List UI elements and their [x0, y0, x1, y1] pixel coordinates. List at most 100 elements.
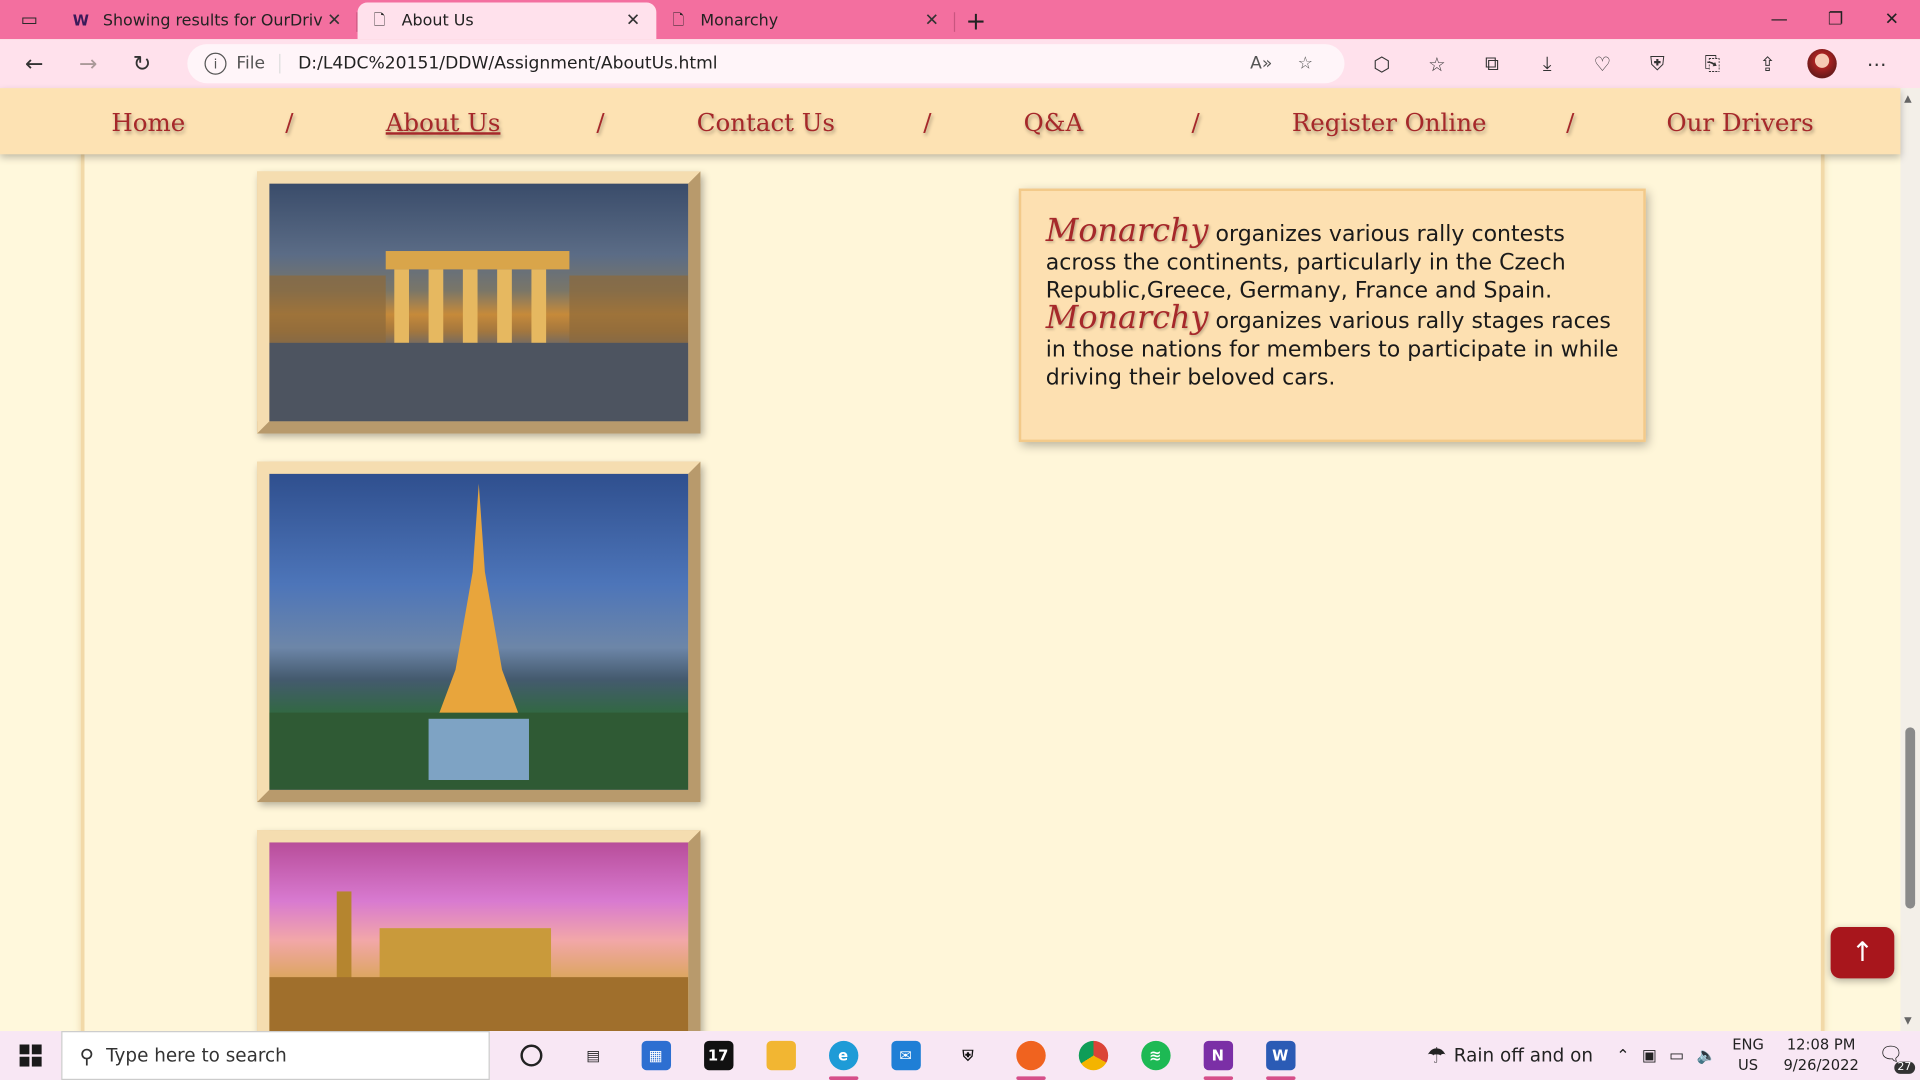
clock[interactable]: 12:08 PM 9/26/2022 [1783, 1035, 1858, 1077]
file-explorer-icon[interactable] [749, 1031, 811, 1080]
tradingview-icon[interactable]: 17 [687, 1031, 749, 1080]
tab-label: About Us [401, 11, 474, 31]
nav-home[interactable]: Home [111, 108, 185, 137]
nav-separator: / [923, 107, 932, 138]
minimize-icon[interactable]: — [1751, 0, 1807, 39]
brand-name: Monarchy [1045, 213, 1209, 250]
word-icon[interactable]: W [1249, 1031, 1311, 1080]
photo-cordoba [257, 830, 701, 1032]
page-content: Monarchy organizes various rally contest… [0, 154, 1901, 1032]
edge-icon[interactable]: e [812, 1031, 874, 1080]
chrome-icon[interactable] [1062, 1031, 1124, 1080]
spotify-icon[interactable]: ≋ [1124, 1031, 1186, 1080]
security-icon[interactable]: ⛨ [937, 1031, 999, 1080]
taskbar-search[interactable]: ⚲ Type here to search [61, 1031, 490, 1080]
taskbar-apps: ▤ ▦ 17 e ✉ ⛨ ≋ N W [500, 1031, 1312, 1080]
read-aloud-icon[interactable]: A» [1239, 54, 1283, 74]
windows-icon [19, 1044, 42, 1067]
close-window-icon[interactable]: ✕ [1864, 0, 1920, 39]
nav-contact-us[interactable]: Contact Us [697, 108, 835, 137]
address-bar: ← → ↻ i File D:/L4DC%20151/DDW/Assignmen… [0, 39, 1920, 89]
meet-icon[interactable]: ▣ [1642, 1046, 1657, 1064]
extensions-icon[interactable]: ⬡ [1354, 42, 1409, 86]
back-to-top-button[interactable]: ↑ [1830, 926, 1895, 979]
info-paragraph-2: Monarchy organizes various rally stages … [1046, 302, 1619, 392]
taskbar: ⚲ Type here to search ▤ ▦ 17 e ✉ ⛨ ≋ N W… [0, 1031, 1920, 1080]
nav-separator: / [596, 107, 605, 138]
notifications-icon[interactable]: 🗨 27 [1878, 1042, 1916, 1074]
volume-icon[interactable]: 🔈 [1696, 1046, 1716, 1064]
lang-text: ENG [1732, 1035, 1764, 1054]
start-button[interactable] [0, 1031, 61, 1080]
info-paragraph-1: Monarchy organizes various rally contest… [1046, 216, 1619, 305]
url-field[interactable]: i File D:/L4DC%20151/DDW/Assignment/Abou… [187, 44, 1345, 84]
search-icon: ⚲ [79, 1043, 94, 1068]
scroll-down-icon[interactable]: ▼ [1904, 1015, 1912, 1026]
nav-qa[interactable]: Q&A [1024, 108, 1084, 137]
page-icon: 🗋 [373, 10, 386, 28]
nav-separator: / [285, 107, 294, 138]
performance-icon[interactable]: ♡ [1575, 42, 1630, 86]
nav-register-online[interactable]: Register Online [1292, 108, 1487, 137]
scheme-label: File [236, 53, 281, 74]
tab-about-us[interactable]: 🗋 About Us ✕ [357, 2, 657, 40]
cordoba-image [269, 842, 689, 1032]
collections-icon[interactable]: ⧉ [1465, 42, 1520, 86]
favorites-icon[interactable]: ☆ [1409, 42, 1464, 86]
more-icon[interactable]: ⋯ [1849, 42, 1904, 86]
photo-paris [257, 461, 701, 803]
chevron-up-icon[interactable]: ⌃ [1616, 1046, 1629, 1064]
scrollbar-thumb[interactable] [1905, 727, 1916, 909]
photo-berlin [257, 171, 701, 434]
nav-about-us[interactable]: About Us [386, 108, 501, 137]
close-icon[interactable]: ✕ [921, 11, 943, 31]
scroll-up-icon[interactable]: ▲ [1904, 93, 1912, 104]
nav-our-drivers[interactable]: Our Drivers [1667, 108, 1814, 137]
mail-icon[interactable]: ✉ [874, 1031, 936, 1080]
date-text: 9/26/2022 [1783, 1056, 1859, 1074]
back-icon[interactable]: ← [7, 42, 61, 86]
tab-actions-icon[interactable]: ▭ [0, 0, 59, 39]
region-text: US [1737, 1056, 1759, 1074]
cortana-icon[interactable] [500, 1031, 562, 1080]
profile-avatar[interactable] [1807, 48, 1837, 79]
screenshot-icon[interactable]: ⎘ [1685, 42, 1740, 86]
w3-icon: W [72, 12, 89, 30]
share-icon[interactable]: ⇪ [1740, 42, 1795, 86]
refresh-icon[interactable]: ↻ [115, 42, 169, 86]
tab-bar: ▭ W Showing results for OurDrivers.h ✕ 🗋… [0, 0, 1920, 40]
firefox-icon[interactable] [999, 1031, 1061, 1080]
new-tab-button[interactable]: + [955, 2, 997, 39]
close-icon[interactable]: ✕ [622, 11, 644, 31]
site-nav: Home / About Us / Contact Us / Q&A / Reg… [0, 88, 1901, 155]
about-info-box: Monarchy organizes various rally contest… [1018, 188, 1646, 443]
downloads-icon[interactable]: ⤓ [1520, 42, 1575, 86]
time-text: 12:08 PM [1786, 1035, 1856, 1054]
page-scrollbar[interactable]: ▲ ▼ [1900, 88, 1920, 1032]
forward-icon[interactable]: → [61, 42, 115, 86]
tab-label: Monarchy [700, 11, 779, 31]
onenote-icon[interactable]: N [1187, 1031, 1249, 1080]
eiffel-tower-image [269, 473, 689, 790]
nav-separator: / [1566, 107, 1575, 138]
close-icon[interactable]: ✕ [323, 11, 345, 31]
tab-monarchy[interactable]: 🗋 Monarchy ✕ [656, 2, 956, 39]
url-text[interactable]: D:/L4DC%20151/DDW/Assignment/AboutUs.htm… [298, 54, 1239, 74]
weather-widget[interactable]: ☂ Rain off and on [1427, 1043, 1593, 1069]
language-indicator[interactable]: ENG US [1732, 1035, 1764, 1077]
restore-icon[interactable]: ❐ [1807, 0, 1863, 39]
task-view-icon[interactable]: ▤ [562, 1031, 624, 1080]
brand-name: Monarchy [1045, 300, 1209, 337]
notification-badge: 27 [1893, 1061, 1916, 1074]
tab-w3schools[interactable]: W Showing results for OurDrivers.h ✕ [59, 2, 358, 39]
browser-essentials-icon[interactable]: ⛨ [1630, 42, 1685, 86]
info-icon[interactable]: i [204, 52, 227, 75]
add-favorite-icon[interactable]: ☆ [1283, 54, 1327, 74]
system-tray: ☂ Rain off and on ⌃ ▣ ▭ 🔈 ENG US 12:08 P… [1427, 1031, 1920, 1080]
battery-icon[interactable]: ▭ [1669, 1046, 1684, 1064]
store-icon[interactable]: ▦ [624, 1031, 686, 1080]
window-controls: — ❐ ✕ [1751, 0, 1920, 39]
toolbar: ⬡ ☆ ⧉ ⤓ ♡ ⛨ ⎘ ⇪ ⋯ [1354, 42, 1904, 86]
weather-text: Rain off and on [1453, 1044, 1593, 1067]
nav-separator: / [1191, 107, 1200, 138]
